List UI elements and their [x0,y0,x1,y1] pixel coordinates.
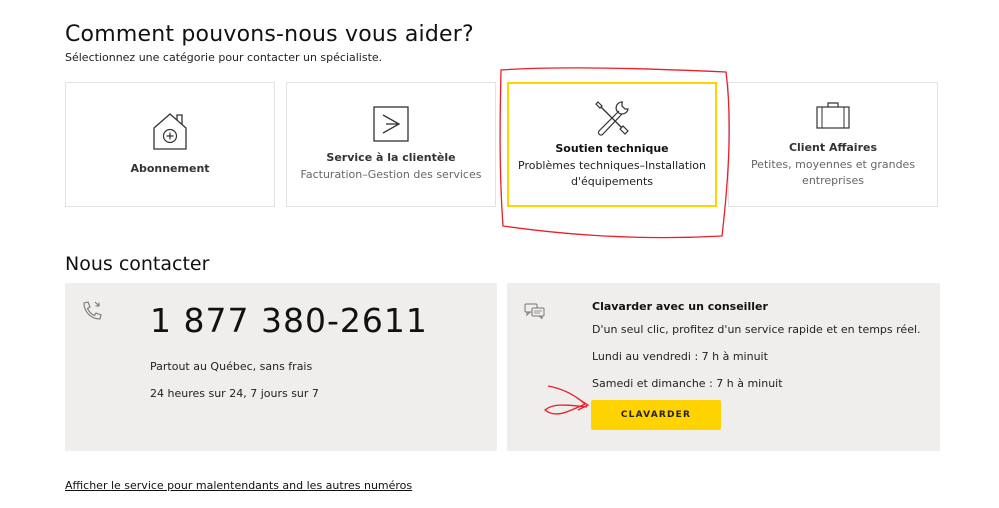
phone-number[interactable]: 1 877 380-2611 [150,301,428,340]
chevron-box-icon [373,106,409,142]
category-title: Soutien technique [555,142,669,155]
phone-panel: 1 877 380-2611 Partout au Québec, sans f… [65,283,497,451]
category-desc-line2: entreprises [802,174,864,187]
category-card-abonnement[interactable]: Abonnement [65,82,275,207]
phone-icon [83,301,102,320]
clavarder-button[interactable]: CLAVARDER [591,400,721,430]
help-subtitle: Sélectionnez une catégorie pour contacte… [65,51,383,64]
category-desc: Facturation–Gestion des services [300,168,482,181]
chat-hours-weekend: Samedi et dimanche : 7 h à minuit [592,377,783,390]
tools-icon [595,101,629,136]
house-plus-icon [153,113,187,150]
category-title: Client Affaires [788,141,878,154]
phone-line2: 24 heures sur 24, 7 jours sur 7 [150,387,319,400]
category-desc-line2: d'équipements [570,175,654,188]
category-title: Abonnement [130,162,210,175]
chat-panel: Clavarder avec un conseiller D'un seul c… [507,283,940,451]
category-desc-line1: Petites, moyennes et grandes [750,158,916,171]
category-card-client-affaires[interactable]: Client Affaires Petites, moyennes et gra… [728,82,938,207]
footer-other-numbers-link[interactable]: Afficher le service pour malentendants a… [65,479,412,492]
chat-hours-weekday: Lundi au vendredi : 7 h à minuit [592,350,768,363]
help-title: Comment pouvons-nous vous aider? [65,22,474,47]
contact-title: Nous contacter [65,253,210,275]
chat-line1: D'un seul clic, profitez d'un service ra… [592,323,921,336]
category-title: Service à la clientèle [326,151,456,164]
chat-title: Clavarder avec un conseiller [592,300,768,313]
chat-bubbles-icon [524,303,545,319]
category-card-service-clientele[interactable]: Service à la clientèle Facturation–Gesti… [286,82,496,207]
category-desc-line1: Problèmes techniques–Installation [518,159,706,172]
phone-line1: Partout au Québec, sans frais [150,360,313,373]
category-card-soutien-technique[interactable]: Soutien technique Problèmes techniques–I… [507,82,717,207]
briefcase-icon [816,102,850,129]
